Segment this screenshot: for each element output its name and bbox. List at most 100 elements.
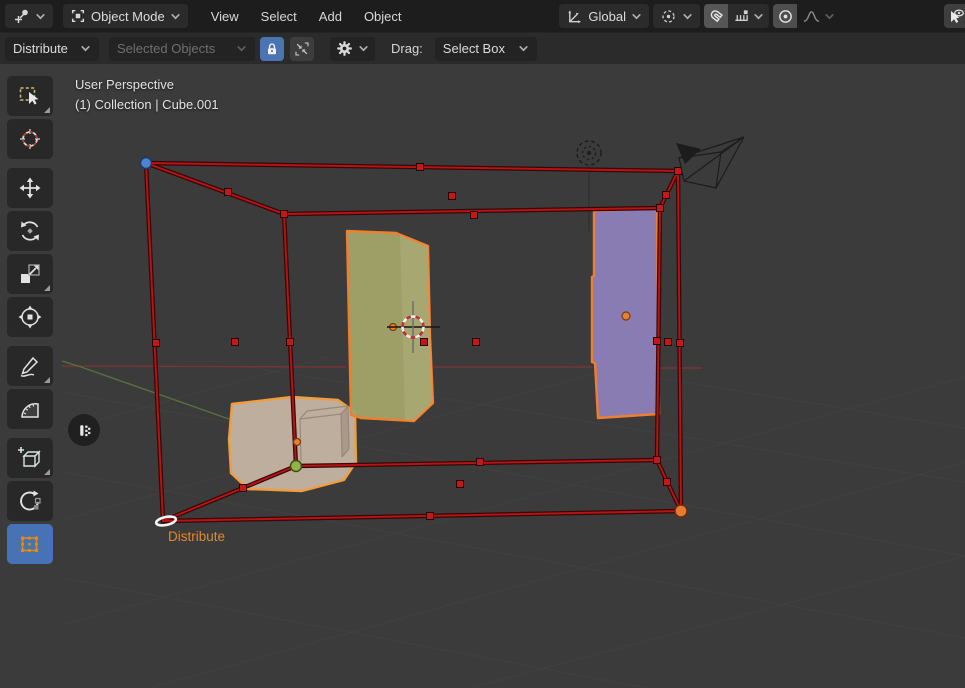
editor-type-selector[interactable] [5, 4, 53, 28]
vertex-handle[interactable] [448, 192, 456, 200]
orientation-dropdown[interactable]: Global [559, 4, 649, 28]
proportional-editing-icon [778, 9, 792, 23]
select-box-tool[interactable] [7, 76, 53, 116]
vertex-handle[interactable] [426, 512, 434, 520]
protractor-icon [21, 403, 39, 418]
snap-mode-dropdown[interactable] [728, 4, 769, 28]
rotate-icon [21, 221, 39, 241]
vertex-handle[interactable] [476, 458, 484, 466]
menu-object[interactable]: Object [355, 9, 411, 24]
viewport-canvas[interactable]: Distribute [0, 64, 965, 688]
orientation-label: Global [588, 8, 626, 24]
viewport-3d[interactable]: Distribute User Perspective (1) Collecti… [0, 64, 965, 688]
rotate-tool[interactable] [7, 211, 53, 251]
shrink-arrows-icon [295, 41, 309, 56]
chevron-down-icon [237, 46, 246, 52]
tool-settings-bar: Distribute Selected Objects Drag: Select… [0, 32, 965, 64]
drag-mode-label: Select Box [442, 41, 505, 56]
chevron-down-icon [683, 13, 692, 19]
move-tool[interactable] [7, 168, 53, 208]
vertex-handle[interactable] [280, 210, 288, 218]
measure-tool[interactable] [7, 389, 53, 429]
corner-vertex-dot[interactable] [674, 504, 688, 518]
vertex-handle[interactable] [656, 204, 664, 212]
visibility-dropdown[interactable] [944, 4, 965, 28]
add-cube-tool[interactable] [7, 438, 53, 478]
chevron-down-icon [36, 13, 45, 19]
panel-checker-icon [79, 424, 90, 436]
add-cube-icon [18, 447, 41, 468]
object-mode-icon [71, 9, 85, 23]
orientation-axes-icon [568, 9, 582, 23]
scale-icon [21, 264, 40, 283]
falloff-curve-icon [803, 10, 820, 22]
menu-select[interactable]: Select [252, 9, 306, 24]
transform-icon [18, 305, 42, 329]
vertex-handle[interactable] [653, 337, 661, 345]
vertex-handle[interactable] [472, 338, 480, 346]
menu-view[interactable]: View [202, 9, 248, 24]
chevron-down-icon [632, 13, 641, 19]
tool-hint-label: Distribute [168, 529, 225, 544]
spin-tool[interactable] [7, 481, 53, 521]
cursor-eye-icon [951, 9, 964, 23]
scale-tool[interactable] [7, 254, 53, 294]
distribute-tool[interactable] [7, 524, 53, 564]
vertex-handle[interactable] [456, 480, 464, 488]
vertex-handle[interactable] [286, 338, 294, 346]
tool-options-dropdown[interactable] [330, 36, 375, 61]
vertex-handle[interactable] [653, 456, 661, 464]
chevron-down-icon [754, 13, 763, 19]
vertex-handle[interactable] [470, 211, 478, 219]
camera-and-empty[interactable] [576, 136, 745, 189]
viewport-header: Object Mode View Select Add Object Globa… [0, 0, 965, 32]
corner-vertex-dot[interactable] [139, 156, 153, 170]
vertex-handle[interactable] [239, 484, 247, 492]
target-objects-dropdown[interactable]: Selected Objects [109, 36, 255, 61]
floor-grid [62, 356, 965, 688]
fit-toggle[interactable] [290, 36, 314, 61]
object-origin-dot [621, 311, 631, 321]
falloff-dropdown[interactable] [797, 4, 840, 28]
target-objects-label: Selected Objects [117, 41, 216, 56]
pivot-dropdown[interactable] [653, 4, 700, 28]
select-box-icon [19, 87, 39, 105]
chevron-down-icon [825, 13, 834, 19]
chevron-down-icon [519, 46, 528, 52]
vertex-handle[interactable] [420, 338, 428, 346]
vertex-handle[interactable] [231, 338, 239, 346]
vertex-handle[interactable] [676, 339, 684, 347]
transform-tool[interactable] [7, 297, 53, 337]
pencil-icon [20, 356, 39, 377]
annotate-tool[interactable] [7, 346, 53, 386]
object-origin-dot [292, 437, 302, 447]
active-tool-dropdown[interactable]: Distribute [5, 36, 99, 61]
chevron-down-icon [171, 13, 180, 19]
mode-dropdown[interactable]: Object Mode [63, 4, 188, 28]
vertex-handle[interactable] [416, 163, 424, 171]
corner-vertex-dot[interactable] [289, 459, 303, 473]
vertex-handle[interactable] [674, 167, 682, 175]
vertex-handle[interactable] [662, 191, 670, 199]
cursor-3d-icon [20, 129, 40, 149]
snap-toggle[interactable] [704, 4, 728, 28]
pivot-point-icon [662, 9, 675, 23]
menu-add[interactable]: Add [310, 9, 351, 24]
lock-toggle[interactable] [260, 36, 284, 61]
distribute-cube-icon [21, 536, 38, 552]
proportional-editing-toggle[interactable] [773, 4, 797, 28]
gear-icon [337, 41, 352, 56]
move-arrows-icon [19, 177, 41, 199]
proportional-group [773, 4, 840, 28]
green-plane-shade [400, 235, 433, 421]
vertex-handle[interactable] [152, 339, 160, 347]
vertex-handle[interactable] [664, 338, 672, 346]
vertex-handle[interactable] [224, 188, 232, 196]
spin-icon [20, 490, 41, 511]
vertex-handle[interactable] [663, 478, 671, 486]
drag-mode-dropdown[interactable]: Select Box [434, 36, 537, 61]
tool-shelf [7, 76, 53, 567]
editor-type-icon [15, 9, 28, 23]
collapsed-panel-toggle[interactable] [68, 414, 100, 446]
cursor-tool[interactable] [7, 119, 53, 159]
